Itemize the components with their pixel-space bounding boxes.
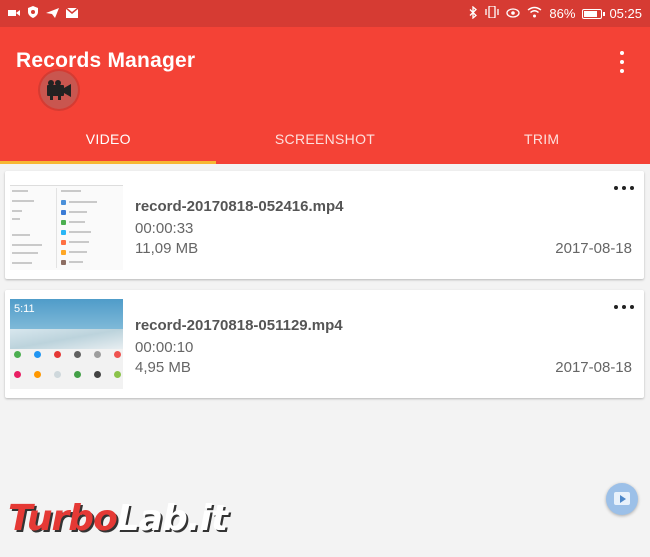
recording-card[interactable]: 5:11 record-20170818-051129.mp4 00:00:10…: [5, 290, 644, 398]
recording-duration: 00:00:33: [135, 220, 194, 237]
send-icon: [46, 6, 59, 21]
thumb-line: [12, 218, 20, 220]
clock: 05:25: [609, 6, 642, 21]
thumb-app-grid: [10, 349, 123, 389]
video-thumbnail[interactable]: 5:11: [10, 299, 123, 389]
bluetooth-icon: [469, 5, 478, 22]
thumb-dot: [61, 260, 66, 265]
recording-size: 11,09 MB: [135, 240, 199, 257]
menu-dot: [620, 60, 624, 64]
menu-dot: [622, 186, 626, 190]
thumb-app: [34, 351, 41, 358]
watermark-logo: TurboLab.it: [8, 498, 228, 539]
thumb-line: [69, 251, 87, 253]
wifi-icon: [527, 6, 542, 21]
thumb-dot: [61, 240, 66, 245]
status-left: [8, 6, 79, 21]
thumb-settings-detail: [56, 188, 121, 268]
thumb-app: [34, 371, 41, 378]
thumb-dot: [61, 220, 66, 225]
recording-duration: 00:00:10: [135, 339, 194, 356]
recording-filename: record-20170818-051129.mp4: [135, 317, 343, 334]
thumb-line: [12, 234, 30, 236]
mail-icon: [65, 6, 79, 21]
tab-bar: VIDEO SCREENSHOT TRIM: [0, 113, 650, 164]
thumb-line: [69, 201, 97, 203]
eye-icon: [506, 6, 521, 21]
menu-dot: [630, 186, 634, 190]
more-vert-icon[interactable]: [616, 51, 628, 73]
thumb-line: [12, 252, 38, 254]
battery-fill: [584, 10, 598, 17]
vibrate-icon: [485, 5, 500, 21]
thumb-dot: [61, 230, 66, 235]
thumb-app: [54, 351, 61, 358]
thumb-wallpaper-wave: [10, 329, 123, 349]
tab-indicator: [0, 161, 216, 164]
thumb-line: [69, 231, 91, 233]
thumb-line: [69, 241, 89, 243]
tab-screenshot[interactable]: SCREENSHOT: [217, 113, 434, 164]
tab-video[interactable]: VIDEO: [0, 113, 217, 164]
thumb-dot: [61, 210, 66, 215]
recording-card[interactable]: record-20170818-052416.mp4 00:00:33 11,0…: [5, 171, 644, 279]
tab-trim-label: TRIM: [523, 130, 560, 147]
thumb-line: [12, 244, 42, 246]
thumb-line: [69, 261, 83, 263]
thumb-app: [74, 351, 81, 358]
thumb-app: [114, 371, 121, 378]
tab-trim[interactable]: TRIM: [433, 113, 650, 164]
video-thumbnail[interactable]: [10, 180, 123, 270]
more-horiz-icon[interactable]: [614, 185, 634, 191]
app-title: Records Manager: [16, 49, 196, 72]
thumb-app: [94, 371, 101, 378]
thumb-clock: 5:11: [14, 303, 35, 315]
menu-dot: [630, 305, 634, 309]
camera-icon[interactable]: [40, 71, 78, 109]
app-bar: Records Manager VIDEO SCREENSHOT TRIM: [0, 27, 650, 164]
status-bar: 86% 05:25: [0, 0, 650, 27]
menu-dot: [622, 305, 626, 309]
thumb-line: [12, 210, 22, 212]
thumb-line: [69, 211, 87, 213]
shield-icon: [27, 6, 39, 21]
thumb-app: [14, 371, 21, 378]
recording-date: 2017-08-18: [555, 240, 632, 257]
thumb-app: [114, 351, 121, 358]
thumb-line: [69, 221, 85, 223]
watermark-part1: Turbo: [8, 498, 118, 539]
recording-size: 4,95 MB: [135, 359, 191, 376]
recording-filename: record-20170818-052416.mp4: [135, 198, 344, 215]
menu-dot: [620, 51, 624, 55]
thumb-settings-list: [12, 188, 50, 268]
menu-dot: [614, 186, 618, 190]
thumb-app: [74, 371, 81, 378]
thumb-line: [12, 262, 32, 264]
thumb-line: [61, 190, 81, 192]
status-right: 86% 05:25: [469, 5, 642, 22]
thumb-line: [12, 200, 34, 202]
battery-percent: 86%: [549, 6, 576, 21]
tab-video-label: VIDEO: [85, 130, 131, 147]
thumb-app: [14, 351, 21, 358]
tab-screenshot-label: SCREENSHOT: [274, 130, 376, 147]
thumb-line: [12, 190, 28, 192]
thumb-dot: [61, 250, 66, 255]
more-horiz-icon[interactable]: [614, 304, 634, 310]
watermark-part2: Lab.it: [116, 498, 228, 539]
menu-dot: [620, 69, 624, 73]
recording-date: 2017-08-18: [555, 359, 632, 376]
play-screen-icon[interactable]: [606, 483, 638, 515]
thumb-app: [94, 351, 101, 358]
video-icon: [8, 6, 20, 21]
fab-screen-shape: [614, 492, 630, 505]
menu-dot: [614, 305, 618, 309]
thumb-wallpaper-top: 5:11: [10, 299, 123, 329]
thumb-dot: [61, 200, 66, 205]
thumb-app: [54, 371, 61, 378]
thumb-topbar: [10, 180, 123, 186]
battery-icon: [582, 8, 606, 19]
